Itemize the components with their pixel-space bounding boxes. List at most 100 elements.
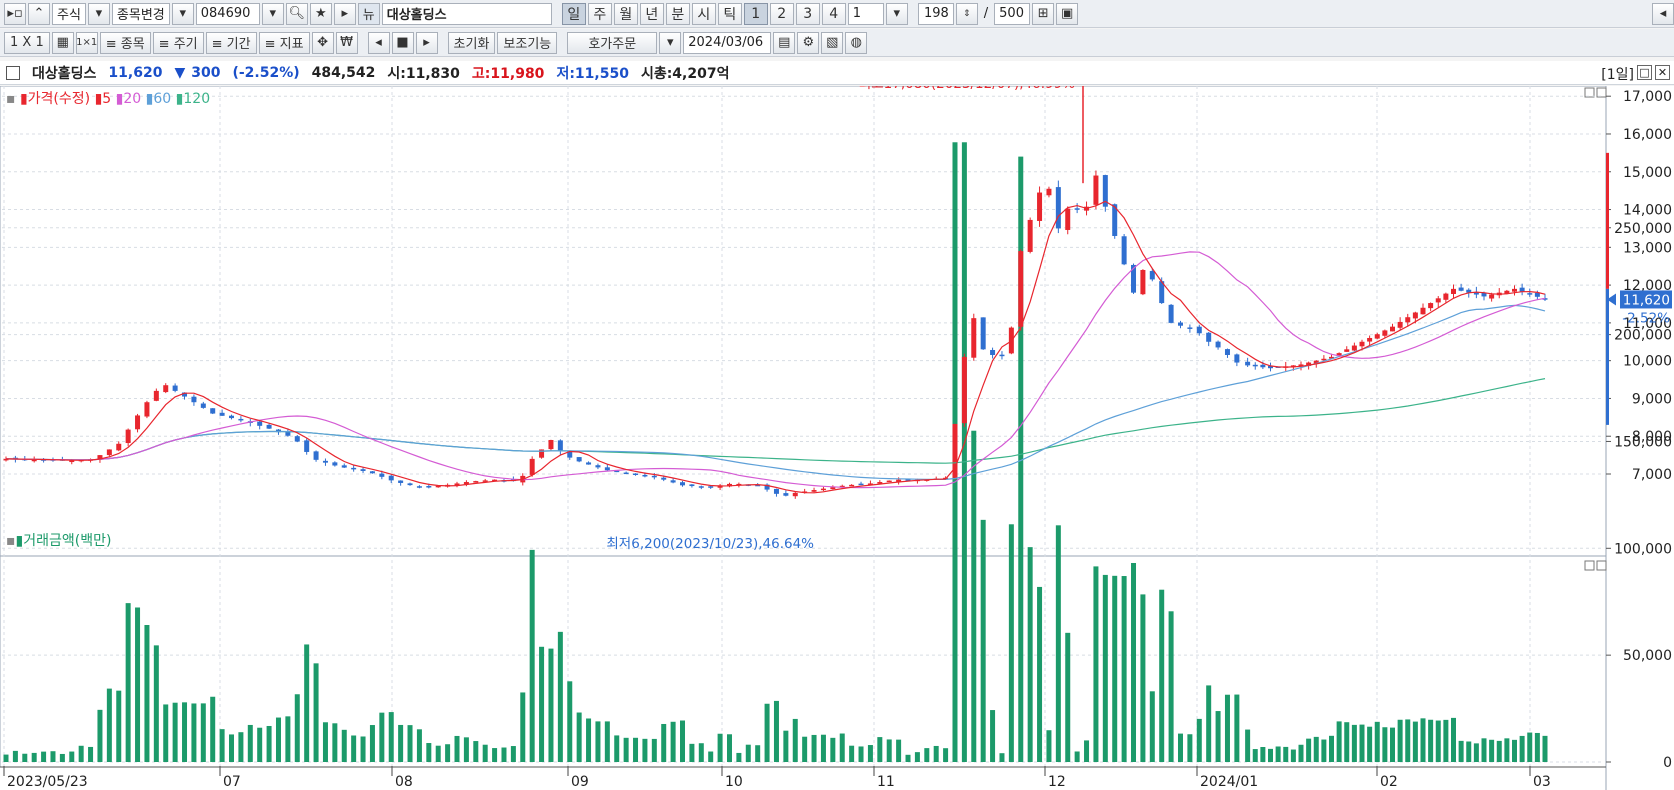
gear-icon[interactable]: ⚙ [797,31,820,54]
play-icon[interactable]: ▸ [415,31,438,54]
order-button[interactable]: 호가주문 [567,31,658,54]
news-button[interactable]: 뉴 [357,2,380,25]
period-day-tab[interactable]: 일 [561,2,586,25]
change-item-select[interactable]: 종목변경 [111,2,170,25]
volume-bar [999,753,1005,762]
candle-body [529,458,535,475]
volume-bar [914,752,920,762]
num-1-tab[interactable]: 1 [743,2,768,25]
period-button[interactable]: ≡ 주기 [152,31,204,54]
candle-body [1412,312,1418,319]
num-4-tab[interactable]: 4 [821,2,846,25]
candle-body [163,385,169,393]
volume-bar [200,703,206,762]
volume-tick-label: 200,000 [1614,328,1672,344]
candle-body [604,467,610,471]
grid-icon[interactable]: ▦ [51,31,74,54]
close-icon[interactable]: ✕ [1655,65,1670,80]
code-input[interactable]: 084690 [195,2,260,25]
volume-bar [1329,735,1334,762]
volume-bar [623,737,629,762]
volume-bar [463,737,469,762]
period-month-tab[interactable]: 월 [613,2,638,25]
period-minute-tab[interactable]: 분 [665,2,690,25]
won-icon[interactable]: ₩ [335,31,358,54]
volume-bar [1084,740,1090,762]
candle-body [313,451,319,460]
candle-body [341,465,347,468]
code-dropdown-icon[interactable]: ▾ [261,2,284,25]
num-2-tab[interactable]: 2 [769,2,794,25]
stop-icon[interactable]: ■ [391,31,414,54]
candle-body [1027,219,1033,252]
period-tick-tab[interactable]: 틱 [717,2,742,25]
up-icon[interactable]: ⌃ [28,2,50,25]
add-window-icon[interactable]: ⊞ [1032,2,1055,25]
stock-chart: 17,00016,00015,00014,00013,00012,00011,0… [0,86,1672,790]
panel-max-icon [1584,87,1595,98]
volume-bar [520,692,526,762]
next-icon[interactable]: ▸ [333,2,356,25]
candle-body [849,484,855,487]
item-button[interactable]: ≡ 종목 [99,31,151,54]
move-icon[interactable]: ✥ [311,31,334,54]
calendar-icon[interactable]: ▤ [773,31,796,54]
range-button[interactable]: ≡ 기간 [205,31,257,54]
interval-dropdown-icon[interactable]: ▾ [885,2,908,25]
volume-bar [1112,575,1118,762]
candle-body [1046,188,1052,196]
period-week-tab[interactable]: 주 [587,2,612,25]
count-stepper-icon[interactable]: ⇕ [955,2,978,25]
single-layout-icon[interactable]: 1×1 [75,31,98,54]
candle-body [144,402,150,417]
panel-toggle-icon[interactable]: ▸▫ [4,2,26,25]
volume-bar [717,733,723,762]
candle-body [257,421,263,426]
prev-icon[interactable]: ◂ [367,31,390,54]
volume-bar [1519,735,1525,762]
volume-bar [1321,739,1327,762]
count-input[interactable]: 198 [917,2,954,25]
reset-button[interactable]: 초기화 [447,31,496,54]
save-icon[interactable]: ▣ [1056,2,1079,25]
period-hour-tab[interactable]: 시 [691,2,716,25]
candle-body [229,415,235,419]
indicator-button[interactable]: ≡ 지표 [258,31,310,54]
search-icon[interactable]: 🔍︎ [285,2,308,25]
market-select[interactable]: 주식 [52,2,86,25]
volume-bar [745,744,751,762]
volume-bar [604,721,610,762]
select-checkbox[interactable] [6,65,20,80]
volume-bar [191,703,197,762]
volume-bar [135,607,141,762]
count-slash: / [983,6,989,21]
interval-input[interactable]: 1 [847,2,884,25]
legend-ma20: 20 [123,91,142,107]
order-dropdown-icon[interactable]: ▾ [659,31,682,54]
market-dropdown-icon[interactable]: ▾ [87,2,110,25]
total-input[interactable]: 500 [994,2,1031,25]
volume-bar [858,746,864,762]
change-item-dropdown-icon[interactable]: ▾ [171,2,194,25]
globe-icon[interactable]: ◍ [845,31,868,54]
date-input[interactable]: 2024/03/06 [683,31,772,54]
volume-tick-label: 250,000 [1614,221,1672,237]
period-label: [1일] [1601,67,1634,83]
maximize-icon[interactable]: □ [1637,65,1652,80]
candle-body [1065,208,1071,230]
aux-button[interactable]: 보조기능 [497,31,558,54]
volume-bar [266,725,272,762]
num-3-tab[interactable]: 3 [795,2,820,25]
price-tick-label: 15,000 [1623,165,1672,181]
collapse-icon[interactable]: ◂ [1652,2,1674,25]
volume-bar [492,748,498,762]
period-year-tab[interactable]: 년 [639,2,664,25]
layout-button[interactable]: 1 X 1 [4,31,50,54]
volume-bar [369,725,375,762]
volume-bar [783,730,789,762]
calendar-gear-icon[interactable]: ▧ [821,31,844,54]
candle-body [1018,251,1024,327]
volume-bar [651,738,657,762]
volume-bar [322,722,328,762]
star-icon[interactable]: ★ [309,2,332,25]
